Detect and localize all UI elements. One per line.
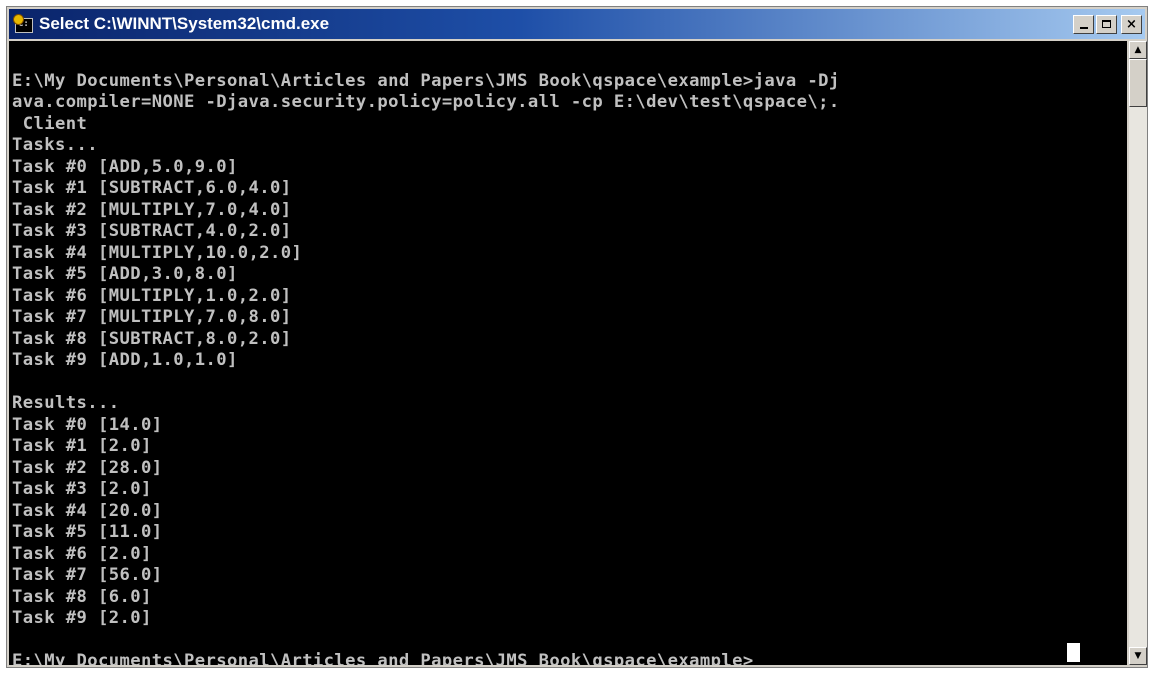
console-line: Results... — [12, 393, 120, 413]
scroll-thumb[interactable] — [1129, 59, 1147, 107]
console-line: Task #2 [MULTIPLY,7.0,4.0] — [12, 199, 292, 220]
close-icon: × — [1126, 16, 1137, 32]
console-line: Task #9 [2.0] — [12, 608, 152, 628]
console-line: Tasks... — [12, 135, 98, 155]
cmd-icon[interactable]: C: — [13, 14, 33, 34]
console-line: Task #8 [6.0] — [12, 586, 152, 607]
minimize-button[interactable] — [1073, 14, 1094, 34]
console-line: Task #3 [SUBTRACT,4.0,2.0] — [12, 221, 292, 241]
console-line: E:\My Documents\Personal\Articles and Pa… — [12, 70, 840, 91]
arrow-up-icon: ▲ — [1134, 45, 1142, 55]
minimize-icon — [1079, 26, 1088, 29]
console-line: Task #4 [MULTIPLY,10.0,2.0] — [12, 242, 303, 263]
console-text: E:\My Documents\Personal\Articles and Pa… — [9, 41, 1127, 666]
vertical-scrollbar[interactable]: ▲ ▼ — [1129, 41, 1147, 665]
console-line: Task #5 [11.0] — [12, 522, 163, 542]
title-bar[interactable]: C: Select C:\WINNT\System32\cmd.exe × — [9, 9, 1145, 39]
console-line: Task #7 [MULTIPLY,7.0,8.0] — [12, 307, 292, 327]
cmd-window: C: Select C:\WINNT\System32\cmd.exe × E:… — [6, 6, 1148, 668]
scroll-up-button[interactable]: ▲ — [1129, 41, 1147, 59]
console-output[interactable]: E:\My Documents\Personal\Articles and Pa… — [9, 41, 1127, 665]
console-line: Task #5 [ADD,3.0,8.0] — [12, 264, 238, 284]
selection-block-cursor — [1067, 643, 1080, 662]
console-line: Task #8 [SUBTRACT,8.0,2.0] — [12, 328, 292, 349]
console-line: E:\My Documents\Personal\Articles and Pa… — [12, 651, 1127, 665]
scroll-down-button[interactable]: ▼ — [1129, 647, 1147, 665]
console-line: Task #7 [56.0] — [12, 565, 163, 585]
caption-buttons: × — [1073, 14, 1142, 34]
console-line: Task #2 [28.0] — [12, 457, 163, 478]
console-line: Task #9 [ADD,1.0,1.0] — [12, 350, 238, 370]
console-line: Task #6 [MULTIPLY,1.0,2.0] — [12, 285, 292, 306]
maximize-icon — [1102, 20, 1111, 28]
console-line: Task #6 [2.0] — [12, 543, 152, 564]
console-line: Task #1 [SUBTRACT,6.0,4.0] — [12, 178, 292, 198]
console-line: Task #3 [2.0] — [12, 479, 152, 499]
console-line: Task #4 [20.0] — [12, 500, 163, 521]
console-line: Task #1 [2.0] — [12, 436, 152, 456]
window-title: Select C:\WINNT\System32\cmd.exe — [39, 14, 330, 33]
console-line: Client — [12, 113, 88, 134]
console-line: Task #0 [14.0] — [12, 414, 163, 435]
console-line: ava.compiler=NONE -Djava.security.policy… — [12, 92, 840, 112]
maximize-button[interactable] — [1096, 14, 1117, 34]
close-button[interactable]: × — [1121, 14, 1142, 34]
arrow-down-icon: ▼ — [1134, 651, 1142, 661]
console-line: Task #0 [ADD,5.0,9.0] — [12, 156, 238, 177]
